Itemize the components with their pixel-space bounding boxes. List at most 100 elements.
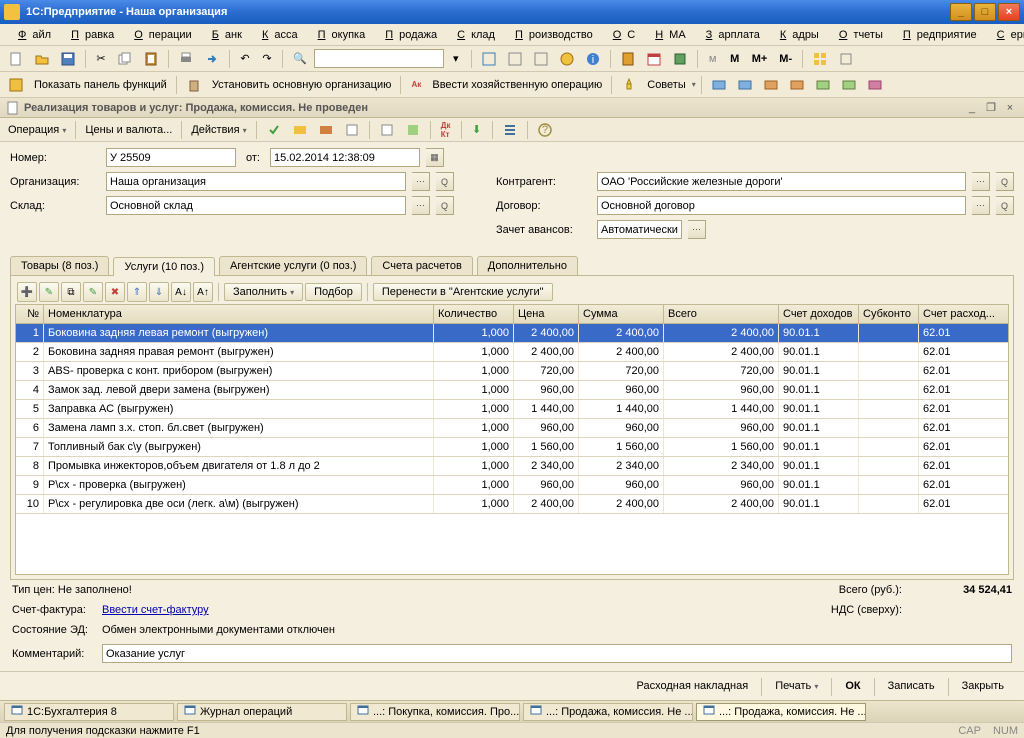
sort-asc-icon[interactable]: A↓ — [171, 282, 191, 302]
task-4[interactable]: ...: Продажа, комиссия. Не ... — [696, 703, 866, 721]
tab-0[interactable]: Товары (8 поз.) — [10, 256, 109, 275]
calc-icon[interactable] — [616, 49, 640, 69]
date-field[interactable]: 15.02.2014 12:38:09 — [270, 148, 420, 167]
ok-button[interactable]: ОК — [837, 678, 868, 696]
copy-row-icon[interactable]: ⧉ — [61, 282, 81, 302]
t3-icon[interactable] — [529, 49, 553, 69]
table-row[interactable]: 4Замок зад. левой двери замена (выгружен… — [16, 381, 1008, 400]
menu-зарплата[interactable]: Зарплата — [694, 27, 766, 43]
pick-button[interactable]: Подбор — [305, 283, 362, 301]
table-row[interactable]: 9Р\сх - проверка (выгружен)1,000960,0096… — [16, 476, 1008, 495]
sort-desc-icon[interactable]: A↑ — [193, 282, 213, 302]
header-name[interactable]: Номенклатура — [44, 305, 434, 323]
delete-row-icon[interactable]: ✖ — [105, 282, 125, 302]
operation-menu[interactable]: Операция ▾ — [4, 124, 70, 136]
ft1-icon[interactable] — [262, 120, 286, 140]
menu-кадры[interactable]: Кадры — [768, 27, 825, 43]
table-row[interactable]: 7Топливный бак с\у (выгружен)1,0001 560,… — [16, 438, 1008, 457]
doc-restore-button[interactable]: ❐ — [983, 101, 999, 115]
table-row[interactable]: 1Боковина задняя левая ремонт (выгружен)… — [16, 324, 1008, 343]
save-icon[interactable] — [56, 49, 80, 69]
print-icon[interactable] — [174, 49, 198, 69]
panel-icon[interactable] — [4, 75, 28, 95]
redo-icon[interactable]: ↷ — [257, 49, 277, 69]
t4-icon[interactable] — [555, 49, 579, 69]
insert-row-icon[interactable]: ✎ — [39, 282, 59, 302]
mplus-icon[interactable]: м — [703, 49, 723, 69]
store-open-button[interactable]: Q — [436, 196, 454, 215]
mplus-btn[interactable]: М+ — [747, 49, 773, 69]
header-n[interactable]: № — [16, 305, 44, 323]
r1-icon[interactable] — [707, 75, 731, 95]
org-icon[interactable] — [182, 75, 206, 95]
contract-open-button[interactable]: Q — [996, 196, 1014, 215]
new-icon[interactable] — [4, 49, 28, 69]
r2-icon[interactable] — [733, 75, 757, 95]
search-input[interactable] — [314, 49, 444, 68]
menu-файл[interactable]: Файл — [6, 27, 57, 43]
table-row[interactable]: 10Р\сх - регулировка две оси (легк. а\м)… — [16, 495, 1008, 514]
close-button[interactable]: Закрыть — [954, 678, 1012, 696]
views-icon[interactable] — [808, 49, 832, 69]
org-lookup-button[interactable]: ⋯ — [412, 172, 430, 191]
advance-field[interactable]: Автоматически — [597, 220, 682, 239]
header-income[interactable]: Счет доходов — [779, 305, 859, 323]
ft6-icon[interactable] — [401, 120, 425, 140]
table-row[interactable]: 5Заправка АС (выгружен)1,0001 440,001 44… — [16, 400, 1008, 419]
header-price[interactable]: Цена — [514, 305, 579, 323]
calendar-icon[interactable] — [642, 49, 666, 69]
table-row[interactable]: 2Боковина задняя правая ремонт (выгружен… — [16, 343, 1008, 362]
tab-3[interactable]: Счета расчетов — [371, 256, 472, 275]
contragent-open-button[interactable]: Q — [996, 172, 1014, 191]
dk-icon[interactable]: Ак — [406, 75, 426, 95]
ft3-icon[interactable] — [314, 120, 338, 140]
r5-icon[interactable] — [811, 75, 835, 95]
print-button[interactable]: Печать ▾ — [767, 678, 826, 696]
ft-tree-icon[interactable]: ⬇ — [467, 120, 487, 140]
copy-icon[interactable] — [113, 49, 137, 69]
fill-button[interactable]: Заполнить ▾ — [224, 283, 303, 301]
header-expense[interactable]: Счет расход... — [919, 305, 994, 323]
table-row[interactable]: 8Промывка инжекторов,объем двигателя от … — [16, 457, 1008, 476]
task-0[interactable]: 1С:Бухгалтерия 8 — [4, 703, 174, 721]
menu-склад[interactable]: Склад — [445, 27, 501, 43]
menu-операции[interactable]: Операции — [122, 27, 197, 43]
contract-field[interactable]: Основной договор — [597, 196, 966, 215]
calendar-picker-icon[interactable]: ▦ — [426, 148, 444, 167]
show-panel-button[interactable]: Показать панель функций — [30, 79, 171, 91]
ft-list-icon[interactable] — [498, 120, 522, 140]
go-icon[interactable] — [200, 49, 224, 69]
ext-icon[interactable] — [834, 49, 858, 69]
ft5-icon[interactable] — [375, 120, 399, 140]
menu-ос[interactable]: ОС — [601, 27, 642, 43]
save-button[interactable]: Записать — [880, 678, 943, 696]
header-qty[interactable]: Количество — [434, 305, 514, 323]
enter-invoice-link[interactable]: Ввести счет-фактуру — [102, 604, 209, 616]
ft4-icon[interactable] — [340, 120, 364, 140]
org-field[interactable]: Наша организация — [106, 172, 406, 191]
table-row[interactable]: 6Замена ламп з.х. стоп. бл.свет (выгруже… — [16, 419, 1008, 438]
r3-icon[interactable] — [759, 75, 783, 95]
search-icon[interactable]: 🔍 — [288, 49, 312, 69]
menu-отчеты[interactable]: Отчеты — [827, 27, 889, 43]
open-icon[interactable] — [30, 49, 54, 69]
header-total[interactable]: Всего — [664, 305, 779, 323]
menu-касса[interactable]: Касса — [250, 27, 304, 43]
r7-icon[interactable] — [863, 75, 887, 95]
m-icon[interactable]: М — [725, 49, 745, 69]
doc-minimize-button[interactable]: _ — [964, 101, 980, 115]
move-to-agent-button[interactable]: Перенести в "Агентские услуги" — [373, 283, 553, 301]
contract-lookup-button[interactable]: ⋯ — [972, 196, 990, 215]
menu-правка[interactable]: Правка — [59, 27, 120, 43]
contragent-field[interactable]: ОАО 'Российские железные дороги' — [597, 172, 966, 191]
header-sum[interactable]: Сумма — [579, 305, 664, 323]
r4-icon[interactable] — [785, 75, 809, 95]
comment-field[interactable]: Оказание услуг — [102, 644, 1012, 663]
table-row[interactable]: 3ABS- проверка с конт. прибором (выгруже… — [16, 362, 1008, 381]
cut-icon[interactable]: ✂ — [91, 49, 111, 69]
undo-icon[interactable]: ↶ — [235, 49, 255, 69]
prices-currency-button[interactable]: Цены и валюта... — [81, 124, 176, 136]
task-1[interactable]: Журнал операций — [177, 703, 347, 721]
add-row-icon[interactable]: ➕ — [17, 282, 37, 302]
enter-op-button[interactable]: Ввести хозяйственную операцию — [428, 79, 606, 91]
